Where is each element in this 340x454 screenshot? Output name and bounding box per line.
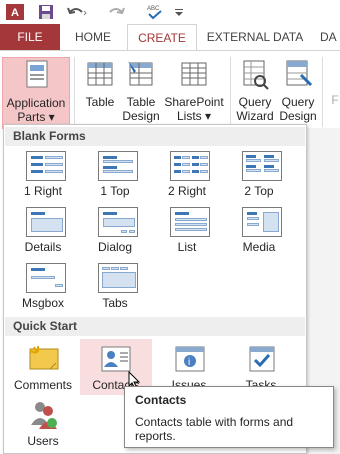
contacts-icon: [101, 346, 131, 372]
tile-label: 2 Right: [167, 184, 207, 198]
tile-label: Dialog: [97, 240, 133, 254]
customize-icon[interactable]: [174, 4, 184, 20]
svg-text:ABC: ABC: [147, 6, 160, 12]
form-1-top-icon: [98, 151, 138, 181]
tile-label: Details: [24, 240, 62, 254]
sharepoint-lists-label-1: SharePoint: [164, 95, 224, 109]
query-wizard-label-1: Query: [238, 95, 272, 109]
users-icon: [31, 402, 57, 429]
redo-icon[interactable]: [106, 4, 128, 20]
ribbon: Application Parts ▾ Table Table Design S…: [0, 50, 340, 129]
blank-form-1-right[interactable]: 1 Right: [8, 151, 78, 205]
ribbon-separator: [322, 57, 323, 127]
blank-form-2-top[interactable]: 2 Top: [224, 151, 294, 205]
ribbon-separator: [230, 57, 231, 127]
tab-home[interactable]: HOME: [68, 24, 118, 50]
tile-label: Tabs: [102, 296, 128, 310]
ribbon-tabs: FILE HOME CREATE EXTERNAL DATA DA: [0, 24, 340, 52]
quick-start-comments[interactable]: Comments: [8, 341, 78, 395]
form-2-right-icon: [170, 151, 210, 181]
issues-icon: i: [175, 346, 205, 372]
sharepoint-lists-label-2: Lists ▾: [176, 109, 212, 123]
blank-form-1-top[interactable]: 1 Top: [80, 151, 150, 205]
tile-label: 1 Right: [23, 184, 63, 198]
tile-label: Msgbox: [21, 296, 65, 310]
blank-form-2-right[interactable]: 2 Right: [152, 151, 222, 205]
table-icon: [87, 62, 113, 86]
sharepoint-lists-button[interactable]: SharePoint Lists ▾: [163, 57, 225, 127]
forms-button-cutoff[interactable]: F: [328, 93, 340, 113]
form-1-right-icon: [26, 151, 66, 181]
contacts-tooltip: Contacts Contacts table with forms and r…: [124, 386, 334, 448]
blank-form-dialog[interactable]: Dialog: [80, 207, 150, 261]
blank-form-list[interactable]: List: [152, 207, 222, 261]
table-button[interactable]: Table: [80, 57, 120, 127]
blank-forms-header: Blank Forms: [5, 127, 305, 146]
application-parts-icon: [26, 60, 48, 88]
blank-form-msgbox[interactable]: Msgbox: [8, 263, 78, 317]
query-design-button[interactable]: Query Design: [277, 57, 319, 127]
tab-database-tools[interactable]: DA: [320, 24, 340, 50]
tile-label: List: [177, 240, 197, 254]
form-details-icon: [26, 207, 66, 237]
query-design-label-2: Design: [279, 109, 317, 123]
svg-text:i: i: [188, 357, 190, 368]
table-design-button[interactable]: Table Design: [120, 57, 162, 127]
spelling-icon[interactable]: ABC: [146, 4, 164, 20]
undo-icon[interactable]: [66, 4, 88, 20]
query-design-label-1: Query: [281, 95, 315, 109]
quick-start-header: Quick Start: [5, 317, 305, 336]
tile-label: 2 Top: [244, 184, 274, 198]
quick-access-toolbar: A ABC: [0, 0, 340, 24]
quick-start-users[interactable]: Users: [8, 397, 78, 451]
tooltip-title: Contacts: [135, 393, 187, 407]
tile-label: Comments: [13, 378, 72, 392]
application-parts-label-2: Parts ▾: [17, 110, 55, 124]
access-app-icon[interactable]: A: [6, 4, 24, 20]
query-design-icon: [286, 60, 313, 87]
tasks-icon: [249, 346, 275, 372]
query-wizard-label-2: Wizard: [236, 109, 274, 123]
sharepoint-lists-icon: [181, 62, 207, 86]
tile-label: Media: [242, 240, 276, 254]
query-wizard-icon: [243, 60, 269, 90]
tile-label: Users: [27, 434, 59, 448]
form-dialog-icon: [98, 207, 138, 237]
application-parts-label-1: Application: [6, 96, 66, 110]
application-parts-button[interactable]: Application Parts ▾: [2, 57, 70, 129]
query-wizard-button[interactable]: Query Wizard: [235, 57, 275, 127]
save-icon[interactable]: [38, 4, 54, 20]
blank-form-details[interactable]: Details: [8, 207, 78, 261]
ribbon-separator: [74, 57, 75, 127]
comments-icon: [29, 346, 59, 370]
blank-form-media[interactable]: Media: [224, 207, 294, 261]
table-design-label-1: Table: [126, 95, 156, 109]
tile-label: 1 Top: [100, 184, 130, 198]
table-design-icon: [128, 61, 153, 86]
tab-external-data[interactable]: EXTERNAL DATA: [200, 24, 310, 50]
form-msgbox-icon: [26, 263, 66, 293]
tooltip-body: Contacts table with forms and reports.: [135, 415, 294, 443]
tab-create[interactable]: CREATE: [127, 24, 197, 52]
table-label: Table: [85, 95, 115, 109]
form-list-icon: [170, 207, 210, 237]
blank-form-tabs[interactable]: Tabs: [80, 263, 150, 317]
table-design-label-2: Design: [122, 109, 160, 123]
tab-file[interactable]: FILE: [0, 24, 60, 50]
form-2-top-icon: [242, 151, 282, 181]
form-tabs-icon: [98, 263, 138, 293]
form-media-icon: [242, 207, 282, 237]
